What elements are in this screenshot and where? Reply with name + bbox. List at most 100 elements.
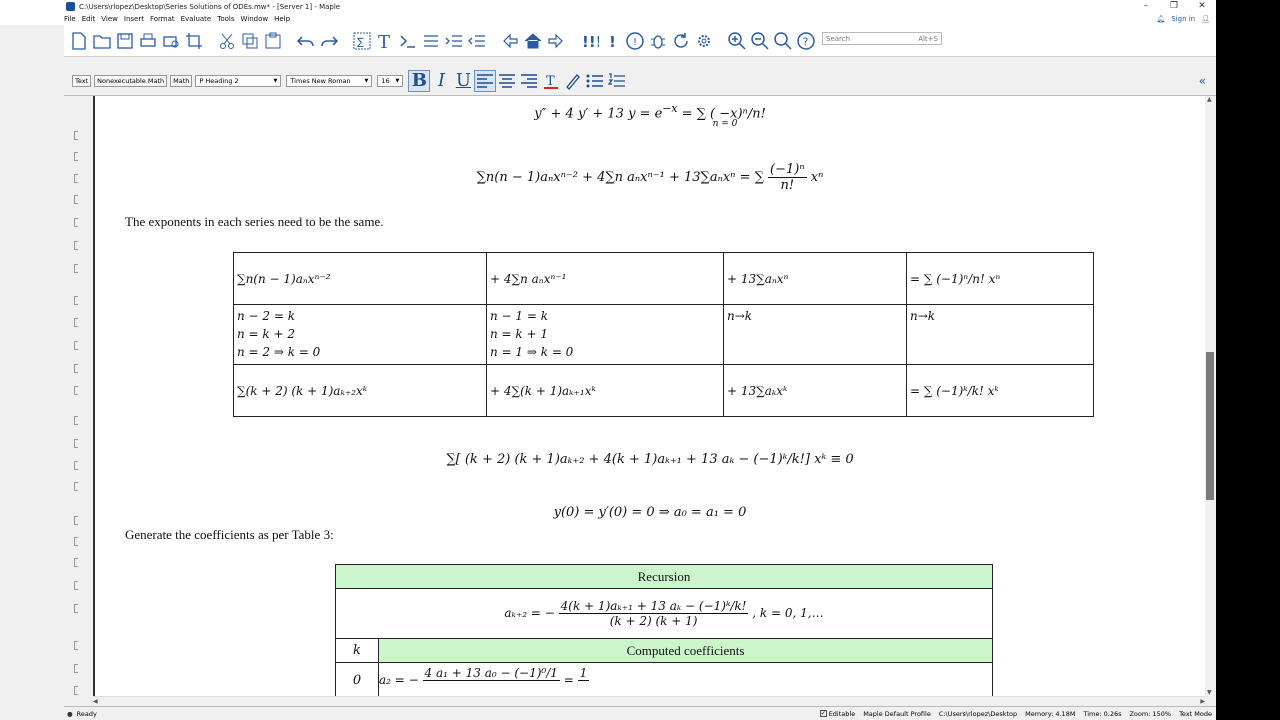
stop-icon[interactable]: ! [624, 30, 646, 52]
scroll-up-icon[interactable]: ▲ [1207, 96, 1212, 103]
bullet-list-icon[interactable] [584, 70, 606, 92]
save-icon[interactable] [114, 30, 136, 52]
font-select[interactable]: Times New Roman ▼ [286, 74, 373, 87]
group-bracket[interactable] [74, 131, 78, 140]
group-bracket[interactable] [74, 516, 78, 525]
nonexecutable-math-button[interactable]: Nonexecutable Math [94, 74, 168, 87]
paragraph-icon[interactable] [420, 30, 442, 52]
zoom-fit-icon[interactable] [772, 30, 794, 52]
prompt-icon[interactable] [397, 30, 419, 52]
open-folder-icon[interactable] [91, 30, 113, 52]
indent-icon[interactable] [443, 30, 465, 52]
debug-icon[interactable] [647, 30, 669, 52]
scroll-down-icon[interactable]: ▼ [1207, 689, 1212, 696]
menu-format[interactable]: Format [150, 15, 175, 23]
group-bracket[interactable] [74, 195, 78, 204]
menu-file[interactable]: File [64, 15, 76, 23]
highlight-icon[interactable] [562, 70, 584, 92]
group-bracket[interactable] [74, 604, 78, 613]
editable-toggle[interactable]: ✓ Editable [819, 710, 855, 718]
group-bracket[interactable] [74, 386, 78, 395]
menu-evaluate[interactable]: Evaluate [181, 15, 212, 23]
zoom-out-icon[interactable] [749, 30, 771, 52]
copy-icon[interactable] [239, 30, 261, 52]
recursion-formula: aₖ₊₂ = − 4(k + 1)aₖ₊₁ + 13 aₖ − (−1)ᵏ/k!… [335, 588, 993, 639]
restart-icon[interactable] [670, 30, 692, 52]
group-bracket[interactable] [74, 296, 78, 305]
bold-icon[interactable]: B [408, 69, 431, 92]
font-size-select[interactable]: 16 ▼ [377, 74, 404, 87]
paste-icon[interactable] [262, 30, 284, 52]
print-preview-icon[interactable] [160, 30, 182, 52]
menu-edit[interactable]: Edit [82, 15, 96, 23]
menu-window[interactable]: Window [240, 15, 268, 23]
menu-tools[interactable]: Tools [217, 15, 234, 23]
numbered-list-icon[interactable] [606, 70, 628, 92]
group-bracket[interactable] [74, 174, 78, 183]
minimize-button[interactable]: – [1132, 0, 1160, 13]
crop-icon[interactable] [183, 30, 205, 52]
style-select[interactable]: P Heading 2 ▼ [195, 74, 282, 87]
forward-arrow-icon[interactable] [545, 30, 567, 52]
execute-all-icon[interactable]: !!! [578, 30, 600, 52]
menu-insert[interactable]: Insert [124, 15, 144, 23]
restore-button[interactable]: ❐ [1160, 0, 1188, 13]
back-arrow-icon[interactable] [499, 30, 521, 52]
group-bracket[interactable] [74, 218, 78, 227]
sign-in-link[interactable]: Sign in [1171, 15, 1195, 23]
gear-icon[interactable] [693, 30, 715, 52]
align-right-icon[interactable] [518, 70, 540, 92]
group-bracket[interactable] [74, 664, 78, 673]
execute-icon[interactable]: ! [601, 30, 623, 52]
scroll-right-icon[interactable]: ▶ [1200, 698, 1205, 705]
group-bracket[interactable] [74, 581, 78, 590]
redo-icon[interactable] [318, 30, 340, 52]
group-bracket[interactable] [74, 641, 78, 650]
zoom-in-icon[interactable] [726, 30, 748, 52]
collapse-palettes-icon[interactable]: « [1199, 74, 1206, 88]
new-document-icon[interactable] [68, 30, 90, 52]
scrollbar-thumb[interactable] [1206, 352, 1214, 500]
undo-icon[interactable] [295, 30, 317, 52]
math-mode-icon[interactable]: ∑ [351, 30, 373, 52]
zoom-label[interactable]: Zoom: 150% [1129, 710, 1171, 718]
group-bracket[interactable] [74, 364, 78, 373]
align-center-icon[interactable] [496, 70, 518, 92]
text-mode-button[interactable]: Text [72, 74, 92, 87]
worksheet-document[interactable]: y″ + 4 y′ + 13 y = e−x = ∑ ( −x)ⁿ/n! n =… [95, 96, 1205, 696]
group-bracket[interactable] [74, 318, 78, 327]
group-bracket[interactable] [74, 241, 78, 250]
group-bracket[interactable] [74, 482, 78, 491]
outdent-icon[interactable] [466, 30, 488, 52]
print-icon[interactable] [137, 30, 159, 52]
group-bracket[interactable] [74, 341, 78, 350]
bell-icon[interactable]: 🔔︎ [1156, 15, 1165, 23]
group-bracket[interactable] [74, 416, 78, 425]
close-button[interactable]: ✕ [1188, 0, 1216, 13]
menu-view[interactable]: View [101, 15, 118, 23]
underline-icon[interactable]: U [452, 70, 474, 92]
vertical-scrollbar[interactable]: ▲ ▼ [1205, 96, 1216, 696]
text-mode-icon[interactable]: T [374, 30, 396, 52]
cut-icon[interactable] [216, 30, 238, 52]
align-left-icon[interactable] [474, 69, 497, 92]
math-mode-button[interactable]: Math [170, 74, 193, 87]
svg-text:∑: ∑ [357, 37, 364, 48]
group-bracket[interactable] [74, 439, 78, 448]
group-bracket[interactable] [74, 461, 78, 470]
group-bracket[interactable] [74, 686, 78, 695]
svg-text:T: T [546, 74, 555, 89]
horizontal-scrollbar[interactable]: ◀ ▶ [93, 696, 1205, 706]
group-bracket[interactable] [74, 558, 78, 567]
scroll-left-icon[interactable]: ◀ [93, 698, 98, 705]
search-input[interactable]: Search Alt+S [822, 32, 942, 45]
menu-help[interactable]: Help [274, 15, 290, 23]
text-color-icon[interactable]: T [540, 70, 562, 92]
user-icon[interactable]: 👤︎ [1201, 15, 1210, 23]
help-icon[interactable]: ? [795, 30, 817, 52]
italic-icon[interactable]: I [430, 70, 452, 92]
home-icon[interactable] [522, 30, 544, 52]
group-bracket[interactable] [74, 152, 78, 161]
group-bracket[interactable] [74, 537, 78, 546]
group-bracket[interactable] [74, 264, 78, 273]
